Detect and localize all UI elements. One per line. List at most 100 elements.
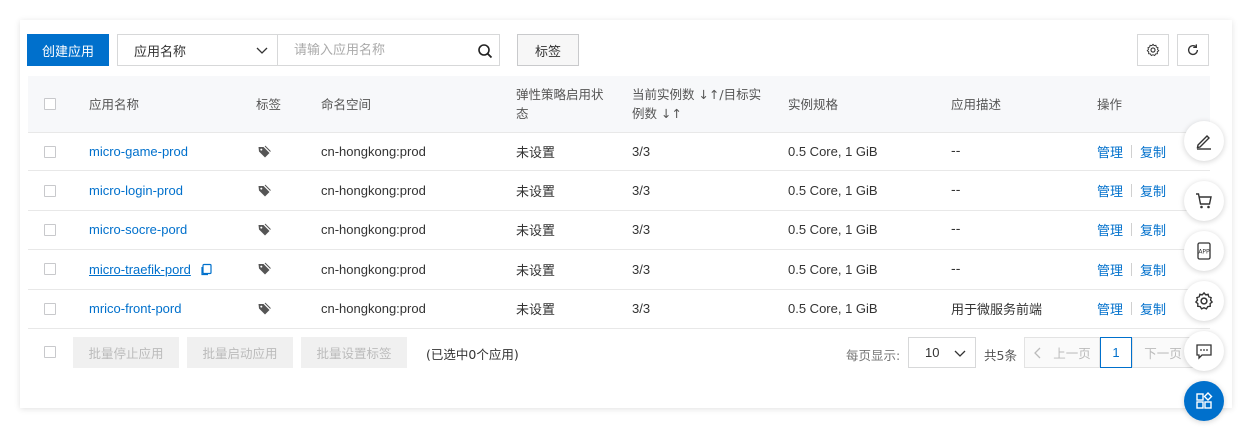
chevron-down-icon (256, 47, 268, 54)
app-name-link[interactable]: micro-traefik-pord (89, 262, 191, 277)
namespace-cell: cn-hongkong:prod (321, 144, 426, 160)
total-count: 共5条 (984, 348, 1017, 363)
copy-icon[interactable] (200, 263, 213, 276)
instance-spec: 0.5 Core, 1 GiB (788, 261, 878, 277)
header-app-name: 应用名称 (89, 96, 140, 112)
row-checkbox[interactable] (44, 302, 56, 315)
table-row: micro-game-prod cn-hongkong:prod 未设置 3/3 0.5… (28, 132, 1210, 172)
page-size-select[interactable]: 10 (908, 337, 976, 368)
app-name-link[interactable]: micro-socre-pord (89, 222, 187, 237)
app-name-link[interactable]: micro-game-prod (89, 144, 188, 159)
manage-link[interactable]: 管理 (1097, 299, 1123, 318)
tag-icon[interactable] (257, 290, 271, 328)
search-input[interactable] (294, 42, 474, 58)
svg-text:APP: APP (1198, 249, 1210, 256)
edit-fab[interactable] (1184, 121, 1224, 161)
feedback-fab[interactable] (1184, 331, 1224, 371)
instance-count: 3/3 (632, 261, 651, 277)
app-icon: APP (1197, 242, 1211, 260)
table-row: micro-socre-pord cn-hongkong:prod 未设置 3/3 0.… (28, 211, 1210, 251)
grid-icon (1196, 392, 1213, 409)
app-fab[interactable]: APP (1184, 231, 1224, 271)
copy-link[interactable]: 复制 (1140, 299, 1166, 318)
manage-link[interactable]: 管理 (1097, 142, 1123, 161)
manage-link[interactable]: 管理 (1097, 260, 1123, 279)
row-checkbox[interactable] (44, 223, 56, 236)
copy-link[interactable]: 复制 (1140, 142, 1166, 161)
header-spec: 实例规格 (788, 96, 839, 112)
header-instances[interactable]: 当前实例数 ↓↑/目标实 例数 ↓↑ (632, 76, 761, 132)
prev-page-button[interactable]: 上一页 (1024, 337, 1100, 368)
chevron-left-icon (1034, 347, 1041, 358)
header-operations: 操作 (1097, 96, 1123, 112)
header-instances-line2: 例数 ↓↑ (632, 106, 682, 121)
row-checkbox[interactable] (44, 184, 56, 197)
header-description: 应用描述 (951, 96, 1002, 112)
create-app-button[interactable]: 创建应用 (27, 34, 109, 66)
app-name-link[interactable]: mrico-front-pord (89, 301, 181, 316)
tag-icon[interactable] (257, 250, 271, 288)
tag-icon[interactable] (257, 211, 271, 249)
copy-link[interactable]: 复制 (1140, 260, 1166, 279)
chevron-down-icon (954, 350, 966, 357)
app-description: 用于微服务前端 (951, 303, 1043, 319)
app-list-panel: 创建应用 应用名称 标签 应用名称 标签 命名空间 弹性策略启用状 态 (20, 20, 1232, 408)
row-operations: 管理 复制 (1097, 171, 1166, 209)
settings-button[interactable] (1137, 34, 1169, 66)
divider (1131, 145, 1133, 159)
filter-field-label: 应用名称 (134, 44, 187, 60)
batch-stop-button[interactable]: 批量停止应用 (73, 337, 179, 368)
instance-count: 3/3 (632, 301, 651, 317)
autoscale-status: 未设置 (516, 303, 556, 319)
cart-fab[interactable] (1184, 181, 1224, 221)
row-checkbox[interactable] (44, 145, 56, 158)
instance-spec: 0.5 Core, 1 GiB (788, 301, 878, 317)
table-row: micro-traefik-pord cn-hongkong:prod 未设置 3/3… (28, 250, 1210, 290)
tag-icon[interactable] (257, 171, 271, 209)
copy-link[interactable]: 复制 (1140, 181, 1166, 200)
divider (1131, 223, 1133, 237)
page-size-value: 10 (925, 345, 940, 360)
filter-field-select[interactable]: 应用名称 (117, 34, 278, 66)
instance-spec: 0.5 Core, 1 GiB (788, 144, 878, 160)
table-header: 应用名称 标签 命名空间 弹性策略启用状 态 当前实例数 ↓↑/目标实 例数 ↓… (28, 76, 1210, 132)
app-description: -- (951, 144, 961, 160)
search-icon[interactable] (477, 43, 493, 59)
apps-grid-fab[interactable] (1184, 381, 1224, 421)
batch-tag-button[interactable]: 批量设置标签 (301, 337, 407, 368)
namespace-cell: cn-hongkong:prod (321, 301, 426, 317)
table-body: micro-game-prod cn-hongkong:prod 未设置 3/3 0.5… (28, 132, 1210, 329)
instance-count: 3/3 (632, 183, 651, 199)
app-description: -- (951, 183, 961, 199)
table-row: mrico-front-pord cn-hongkong:prod 未设置 3/3 0.… (28, 290, 1210, 329)
tag-icon[interactable] (257, 133, 271, 170)
header-instances-line1: 当前实例数 ↓↑/目标实 (632, 87, 762, 102)
autoscale-status: 未设置 (516, 185, 556, 201)
autoscale-status: 未设置 (516, 146, 556, 162)
row-checkbox[interactable] (44, 263, 56, 276)
batch-start-button[interactable]: 批量启动应用 (187, 337, 293, 368)
next-page-label: 下一页 (1144, 346, 1182, 361)
row-operations: 管理 复制 (1097, 250, 1166, 288)
page-1-button[interactable]: 1 (1100, 337, 1132, 368)
manage-link[interactable]: 管理 (1097, 181, 1123, 200)
app-name-link[interactable]: micro-login-prod (89, 183, 183, 198)
row-operations: 管理 复制 (1097, 211, 1166, 249)
instance-spec: 0.5 Core, 1 GiB (788, 222, 878, 238)
header-tag: 标签 (256, 96, 282, 112)
refresh-button[interactable] (1177, 34, 1209, 66)
manage-link[interactable]: 管理 (1097, 220, 1123, 239)
prev-page-label: 上一页 (1053, 346, 1091, 361)
copy-link[interactable]: 复制 (1140, 220, 1166, 239)
autoscale-status: 未设置 (516, 263, 556, 279)
edit-icon (1196, 135, 1211, 150)
cart-icon (1196, 193, 1212, 209)
instance-spec: 0.5 Core, 1 GiB (788, 183, 878, 199)
selected-count: (已选中0个应用) (426, 347, 519, 362)
footer-select-all-checkbox[interactable] (44, 346, 56, 358)
row-operations: 管理 复制 (1097, 133, 1166, 170)
tag-filter-button[interactable]: 标签 (517, 34, 579, 66)
settings-fab[interactable] (1184, 281, 1224, 321)
select-all-checkbox[interactable] (44, 98, 56, 110)
row-operations: 管理 复制 (1097, 290, 1166, 328)
